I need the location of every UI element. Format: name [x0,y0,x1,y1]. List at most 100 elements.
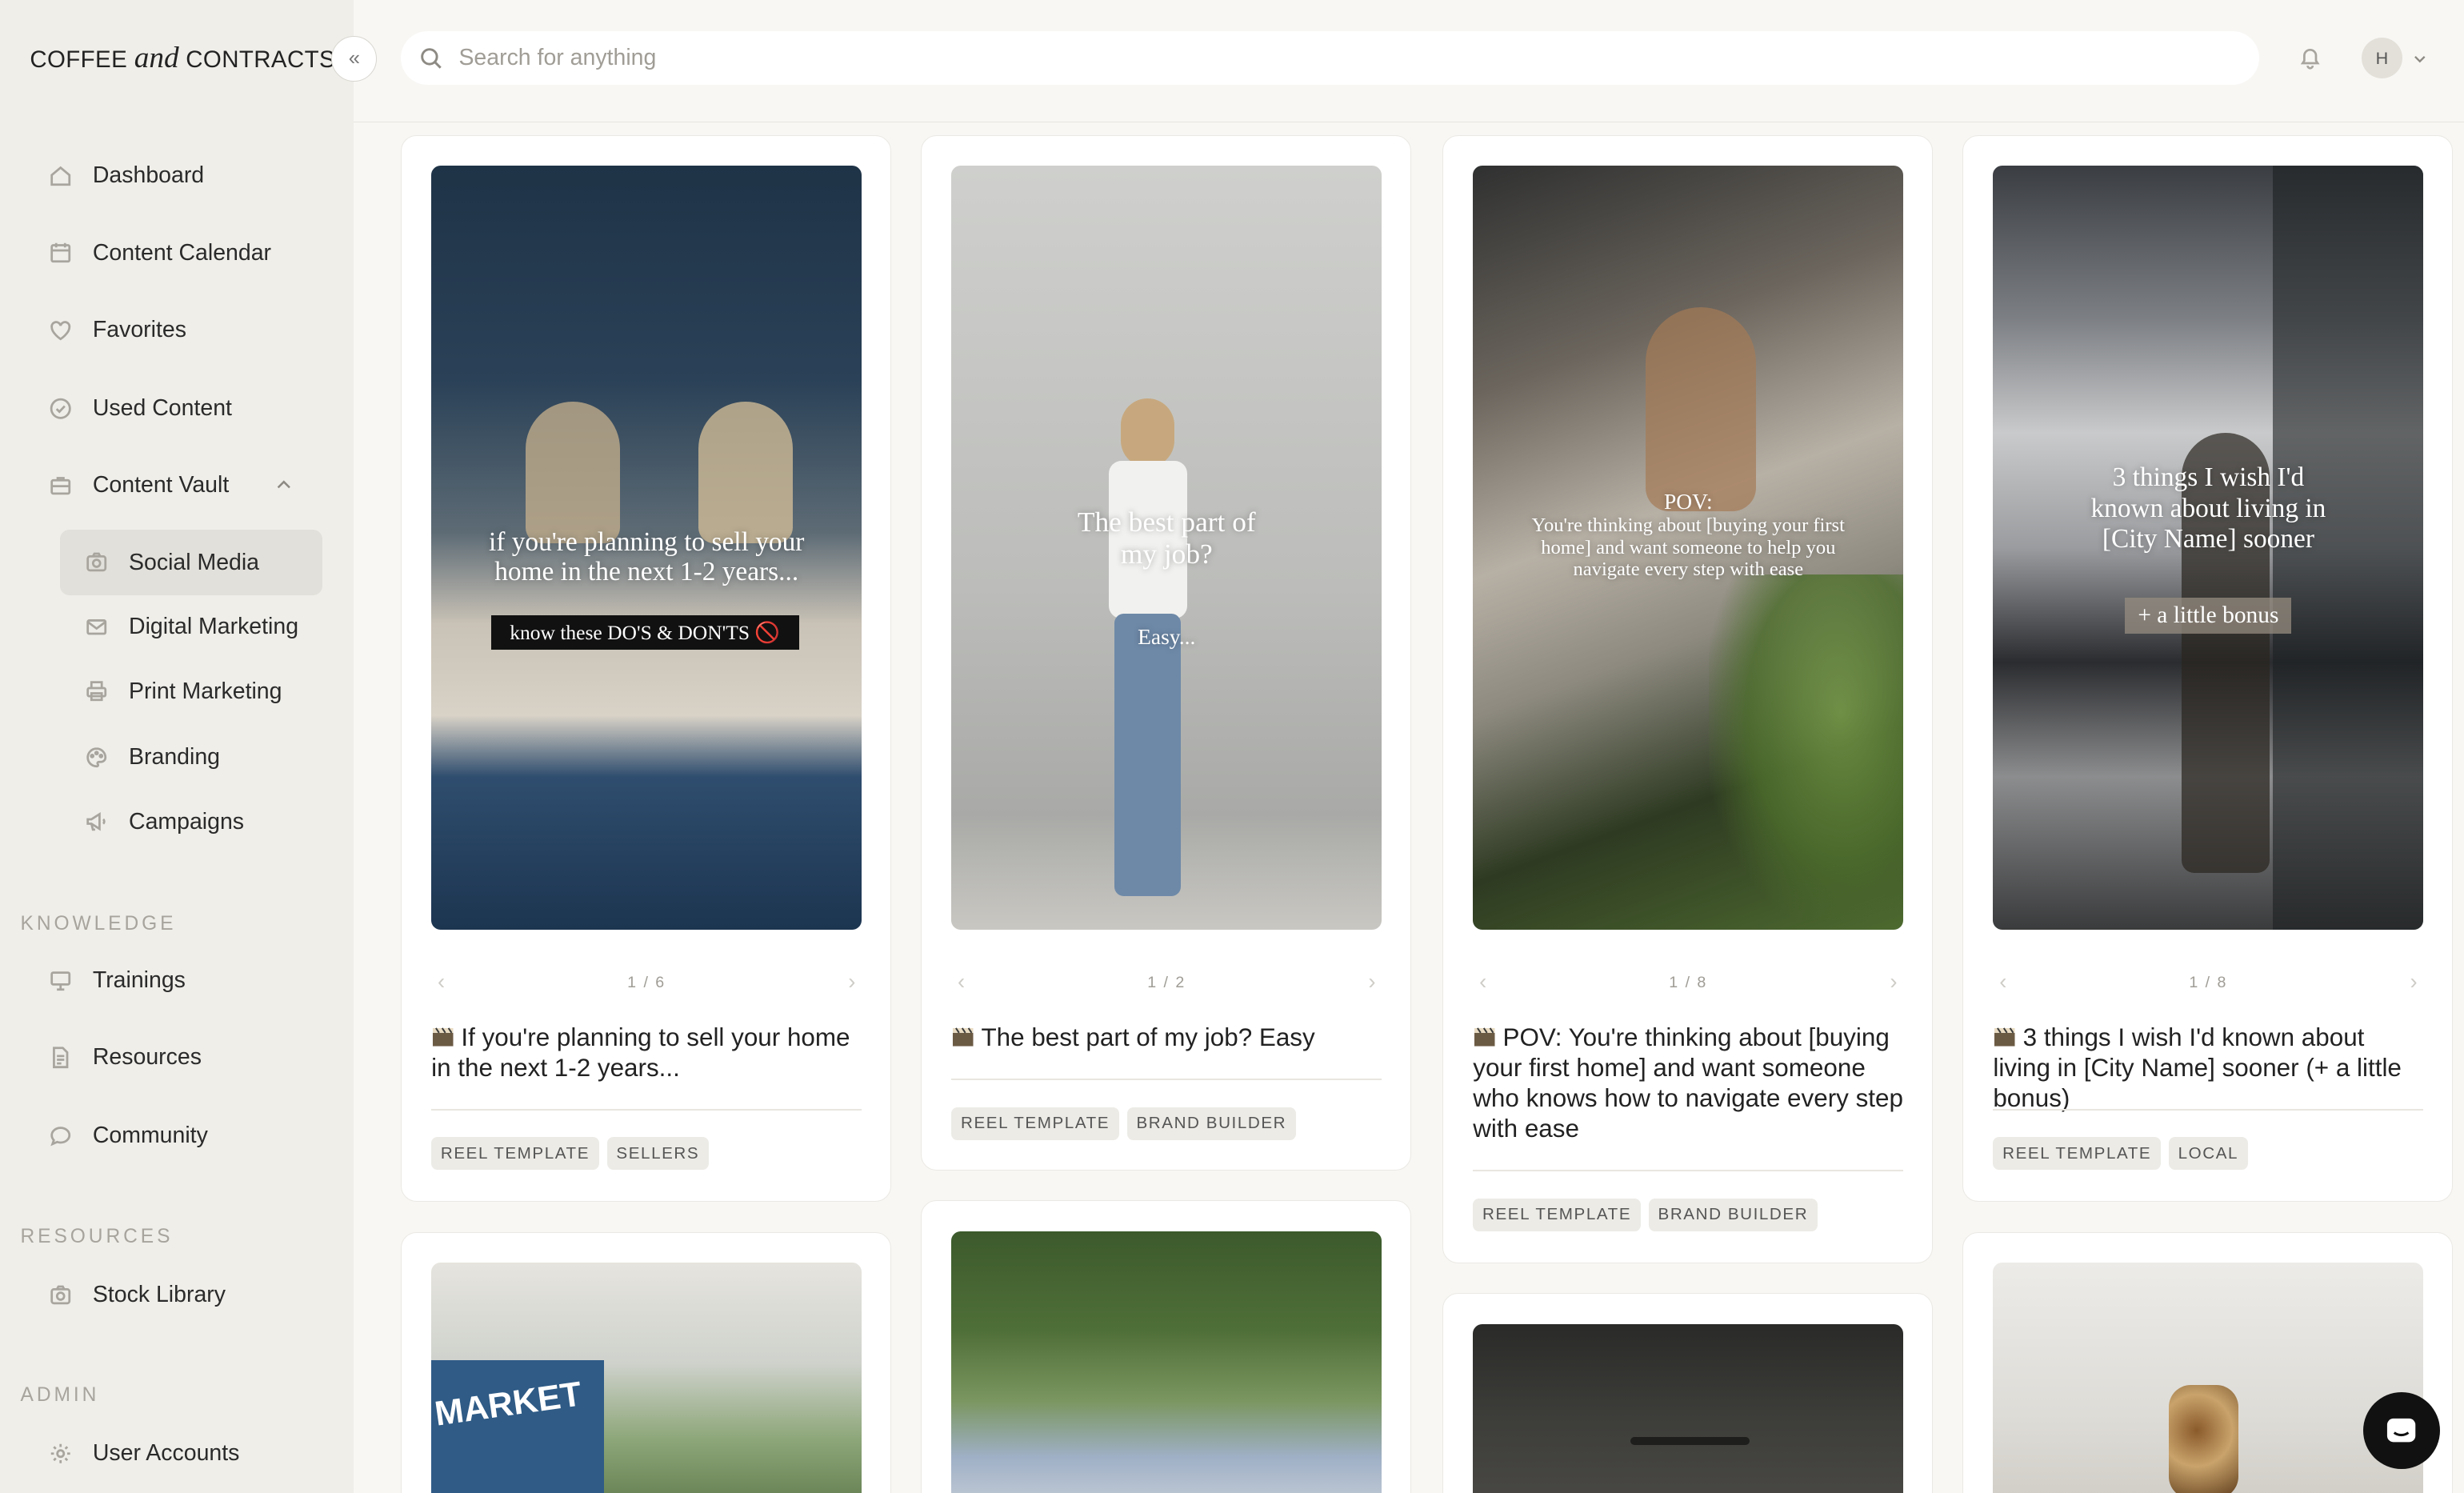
card-thumbnail[interactable] [951,1231,1382,1493]
divider [951,1079,1382,1081]
calendar-icon [50,243,71,263]
overlay-subtext: Easy... [1138,624,1196,649]
sidebar-item-used-content[interactable]: Used Content [49,390,232,427]
sidebar-item-dashboard[interactable]: Dashboard [49,157,204,194]
sidebar-item-label: Digital Marketing [129,614,299,640]
avatar-initial: H [2375,47,2389,68]
tag[interactable]: REEL TEMPLATE [1473,1198,1641,1231]
tag[interactable]: LOCAL [2168,1136,2248,1171]
sidebar-item-resources[interactable]: Resources [49,1039,202,1076]
card-title[interactable]: If you're planning to sell your home in … [431,1023,862,1084]
overlay-subtext: You're thinking about [buying your first… [1531,514,1845,581]
chevron-right-icon[interactable]: › [1890,969,1897,995]
brand-logo[interactable]: COFFEE and CONTRACTS [30,41,335,75]
home-icon [50,166,71,186]
sidebar-item-social-media[interactable]: Social Media [59,529,322,596]
tag[interactable]: SELLERS [606,1136,709,1171]
card-title[interactable]: The best part of my job? Easy [951,1023,1382,1053]
pager-count: 1 / 2 [1147,973,1186,991]
content-card[interactable]: MARKET [400,1231,891,1493]
chat-icon [50,1127,71,1147]
card-thumbnail[interactable]: MARKET [431,1263,862,1493]
palette-icon [86,747,107,768]
tag[interactable]: REEL TEMPLATE [431,1136,599,1171]
card-thumbnail[interactable] [1993,1263,2424,1493]
tag[interactable]: REEL TEMPLATE [951,1107,1119,1140]
content-card[interactable]: POV: You're thinking about [buying your … [1442,134,1933,1264]
overlay-text: if you're planning to sell your home in … [488,526,805,587]
card-title-text: If you're planning to sell your home in … [431,1023,850,1082]
card-title-text: POV: You're thinking about [buying your … [1473,1023,1903,1143]
tag[interactable]: BRAND BUILDER [1126,1107,1296,1140]
check-circle-icon [50,398,71,419]
tag[interactable]: BRAND BUILDER [1648,1198,1818,1231]
sidebar-item-content-vault[interactable]: Content Vault [49,466,229,504]
bell-icon[interactable] [2297,44,2323,70]
avatar[interactable]: H [2361,38,2402,79]
carousel-pager: ‹ 1 / 8 › [1473,969,1903,994]
sidebar-item-print-marketing[interactable]: Print Marketing [60,658,322,724]
chevron-right-icon[interactable]: › [2410,969,2417,995]
section-label-resources: RESOURCES [20,1225,174,1247]
clapperboard-icon [1474,1027,1495,1047]
pager-count: 1 / 8 [1669,973,1708,991]
sidebar-item-label: Campaigns [129,808,245,835]
card-title-text: The best part of my job? Easy [981,1023,1315,1051]
content-card[interactable]: 3 things I wish I'd known about living i… [1962,134,2453,1203]
sidebar-item-label: User Accounts [92,1440,240,1467]
sidebar-item-branding[interactable]: Branding [60,724,322,790]
overlay-text: The best part of my job? [1077,506,1256,570]
sidebar-item-stock-library[interactable]: Stock Library [49,1276,226,1314]
chevron-right-icon[interactable]: › [848,969,855,995]
overlay-subtext: + a little bonus [2125,598,2292,634]
sidebar-item-user-accounts[interactable]: User Accounts [49,1435,240,1472]
overlay-text: POV: [1664,489,1713,514]
gear-icon [50,1443,70,1463]
card-thumbnail[interactable]: 3 things I wish I'd known about living i… [1993,166,2424,930]
card-title[interactable]: 3 things I wish I'd known about living i… [1993,1023,2423,1115]
card-thumbnail[interactable]: POV: You're thinking about [buying your … [1473,166,1904,930]
card-thumbnail[interactable]: The best part of my job? Easy... [951,166,1382,930]
sidebar-item-label: Social Media [129,549,260,575]
megaphone-icon [86,812,106,831]
sidebar-item-label: Branding [129,744,220,771]
sidebar-item-trainings[interactable]: Trainings [49,962,186,999]
sidebar-item-content-calendar[interactable]: Content Calendar [49,234,271,272]
sidebar-item-label: Content Vault [92,472,230,498]
tag-list: REEL TEMPLATE BRAND BUILDER [951,1107,1296,1140]
sidebar-item-campaigns[interactable]: Campaigns [60,789,322,855]
chat-widget-button[interactable] [2362,1392,2441,1470]
mail-icon [86,618,107,635]
sidebar-item-label: Favorites [92,316,186,342]
card-title[interactable]: POV: You're thinking about [buying your … [1473,1023,1903,1145]
document-icon [52,1047,69,1069]
sidebar-item-digital-marketing[interactable]: Digital Marketing [60,594,322,659]
content-card[interactable] [920,1200,1411,1493]
clapperboard-icon [953,1027,974,1047]
content-card[interactable]: if you're planning to sell your home in … [400,134,891,1203]
chevron-down-icon[interactable] [2412,50,2428,66]
camera-icon [50,1285,71,1304]
section-label-admin: ADMIN [20,1384,100,1407]
sidebar-item-community[interactable]: Community [49,1117,208,1155]
tag[interactable]: REEL TEMPLATE [1993,1136,2162,1171]
divider [1993,1108,2424,1111]
sidebar-item-label: Print Marketing [129,678,282,704]
plant-leaves [1708,574,1904,920]
sidebar-item-favorites[interactable]: Favorites [49,311,186,349]
card-title-text: 3 things I wish I'd known about living i… [1993,1023,2402,1113]
tag-list: REEL TEMPLATE LOCAL [1993,1136,2248,1171]
card-thumbnail[interactable]: if you're planning to sell your home in … [431,166,862,930]
content-card[interactable] [1442,1293,1933,1493]
chevron-right-icon[interactable]: › [1368,969,1375,995]
tag-list: REEL TEMPLATE SELLERS [431,1136,709,1171]
content-card[interactable]: The best part of my job? Easy... ‹ 1 / 2… [920,134,1411,1171]
chevron-up-icon[interactable] [275,476,293,494]
sidebar-item-label: Resources [92,1044,202,1071]
card-thumbnail[interactable] [1473,1323,1904,1493]
search-input[interactable]: Search for anything [458,45,656,71]
person-figure [698,401,793,543]
pager-count: 1 / 6 [627,973,666,991]
sidebar-item-label: Community [92,1123,208,1149]
search-bar[interactable]: Search for anything [400,31,2260,86]
